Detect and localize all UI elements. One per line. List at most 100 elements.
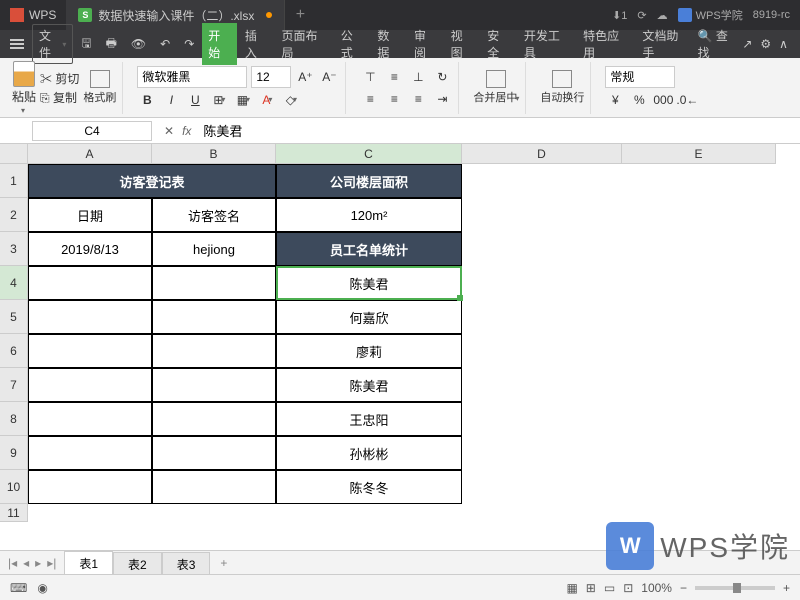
last-sheet-icon[interactable]: ▸| xyxy=(47,556,56,570)
table-cell[interactable]: 陈冬冬 xyxy=(276,470,462,504)
table-header[interactable]: 公司楼层面积 xyxy=(276,164,462,198)
tab-security[interactable]: 安全 xyxy=(481,23,516,65)
paste-button[interactable]: 粘贴▾ xyxy=(12,61,36,115)
merge-button[interactable]: 合并居中▾ xyxy=(473,70,519,105)
table-cell[interactable]: 120m² xyxy=(276,198,462,232)
zoom-in-button[interactable]: + xyxy=(783,581,790,595)
font-name-select[interactable] xyxy=(137,66,247,88)
view-reading-icon[interactable]: ▭ xyxy=(604,581,615,595)
undo-icon[interactable]: ↶ xyxy=(154,35,176,53)
view-normal-icon[interactable]: ▦ xyxy=(566,581,577,595)
view-custom-icon[interactable]: ⊡ xyxy=(623,581,633,595)
col-header[interactable]: A xyxy=(28,144,152,164)
fill-color-button[interactable]: ▦▾ xyxy=(233,90,253,110)
zoom-slider[interactable] xyxy=(695,586,775,590)
number-format-select[interactable] xyxy=(605,66,675,88)
row-header[interactable]: 3 xyxy=(0,232,28,266)
sheet-tab-3[interactable]: 表3 xyxy=(162,552,211,576)
tab-insert[interactable]: 插入 xyxy=(239,23,274,65)
cancel-formula-icon[interactable]: ✕ xyxy=(164,124,174,138)
increase-font-icon[interactable]: A⁺ xyxy=(295,67,315,87)
table-cell[interactable] xyxy=(152,266,276,300)
decimal-inc-icon[interactable]: .0← xyxy=(677,90,697,110)
share-icon[interactable]: ↗ xyxy=(742,37,752,51)
tab-special[interactable]: 特色应用 xyxy=(577,23,634,65)
row-header[interactable]: 7 xyxy=(0,368,28,402)
italic-button[interactable]: I xyxy=(161,90,181,110)
row-header[interactable]: 1 xyxy=(0,164,28,198)
wps-academy-link[interactable]: WPS学院 xyxy=(678,7,743,23)
row-header[interactable]: 10 xyxy=(0,470,28,504)
sheet-tab-2[interactable]: 表2 xyxy=(113,552,162,576)
table-cell[interactable]: 孙彬彬 xyxy=(276,436,462,470)
fx-icon[interactable]: fx xyxy=(182,124,191,138)
zoom-out-button[interactable]: − xyxy=(680,581,687,595)
align-center-icon[interactable]: ≡ xyxy=(384,89,404,109)
col-header[interactable]: D xyxy=(462,144,622,164)
table-cell[interactable]: 廖莉 xyxy=(276,334,462,368)
table-cell[interactable] xyxy=(152,402,276,436)
col-header[interactable]: E xyxy=(622,144,776,164)
table-cell[interactable] xyxy=(28,334,152,368)
redo-icon[interactable]: ↷ xyxy=(178,35,200,53)
add-sheet-button[interactable]: + xyxy=(210,556,237,570)
print-icon[interactable]: 🖶 xyxy=(100,32,123,57)
row-header[interactable]: 5 xyxy=(0,300,28,334)
table-cell[interactable] xyxy=(28,266,152,300)
table-cell[interactable]: 何嘉欣 xyxy=(276,300,462,334)
view-pagebreak-icon[interactable]: ⊞ xyxy=(586,581,596,595)
align-right-icon[interactable]: ≡ xyxy=(408,89,428,109)
search-button[interactable]: 🔍 查找 xyxy=(698,27,735,61)
font-size-select[interactable] xyxy=(251,66,291,88)
status-icon[interactable]: ◉ xyxy=(37,581,47,595)
table-cell[interactable]: 陈美君 xyxy=(276,266,462,300)
align-middle-icon[interactable]: ≡ xyxy=(384,67,404,87)
cut-button[interactable]: ✂ 剪切 xyxy=(40,70,79,87)
tab-view[interactable]: 视图 xyxy=(445,23,480,65)
name-box[interactable] xyxy=(32,121,152,141)
table-cell[interactable] xyxy=(152,368,276,402)
format-painter-button[interactable]: 格式刷 xyxy=(83,70,116,105)
percent-icon[interactable]: % xyxy=(629,90,649,110)
select-all-corner[interactable] xyxy=(0,144,28,164)
comma-icon[interactable]: 000 xyxy=(653,90,673,110)
row-header[interactable]: 8 xyxy=(0,402,28,436)
row-header[interactable]: 6 xyxy=(0,334,28,368)
table-cell[interactable] xyxy=(28,300,152,334)
table-cell[interactable]: 陈美君 xyxy=(276,368,462,402)
input-mode-icon[interactable]: ⌨ xyxy=(10,581,27,595)
preview-icon[interactable]: 👁 xyxy=(125,35,152,53)
cloud-icon[interactable]: ☁ xyxy=(657,9,668,22)
row-header[interactable]: 4 xyxy=(0,266,28,300)
tab-pagelayout[interactable]: 页面布局 xyxy=(276,23,333,65)
underline-button[interactable]: U xyxy=(185,90,205,110)
table-cell[interactable] xyxy=(152,300,276,334)
tab-home[interactable]: 开始 xyxy=(202,23,237,65)
clear-format-button[interactable]: ◇▾ xyxy=(281,90,301,110)
menu-icon[interactable] xyxy=(4,37,30,51)
font-color-button[interactable]: A▾ xyxy=(257,90,277,110)
table-cell[interactable]: 王忠阳 xyxy=(276,402,462,436)
sheet-tab-1[interactable]: 表1 xyxy=(64,551,113,576)
wrap-button[interactable]: 自动换行 xyxy=(540,70,584,105)
copy-button[interactable]: ⎘ 复制 xyxy=(40,89,79,106)
table-cell[interactable]: 2019/8/13 xyxy=(28,232,152,266)
user-label[interactable]: 8919-rc xyxy=(753,9,790,21)
table-cell[interactable] xyxy=(28,402,152,436)
tab-review[interactable]: 审阅 xyxy=(408,23,443,65)
tab-formula[interactable]: 公式 xyxy=(335,23,370,65)
formula-input[interactable] xyxy=(199,121,800,141)
table-cell[interactable] xyxy=(152,470,276,504)
table-cell[interactable] xyxy=(152,334,276,368)
align-bottom-icon[interactable]: ⊥ xyxy=(408,67,428,87)
prev-sheet-icon[interactable]: ◂ xyxy=(23,556,29,570)
table-cell[interactable] xyxy=(152,436,276,470)
col-header[interactable]: C xyxy=(276,144,462,164)
align-top-icon[interactable]: ⊤ xyxy=(360,67,380,87)
col-header[interactable]: B xyxy=(152,144,276,164)
decrease-font-icon[interactable]: A⁻ xyxy=(319,67,339,87)
download-icon[interactable]: ⬇1 xyxy=(612,9,627,22)
zoom-label[interactable]: 100% xyxy=(641,581,672,595)
table-cell[interactable] xyxy=(28,368,152,402)
tab-data[interactable]: 数据 xyxy=(371,23,406,65)
